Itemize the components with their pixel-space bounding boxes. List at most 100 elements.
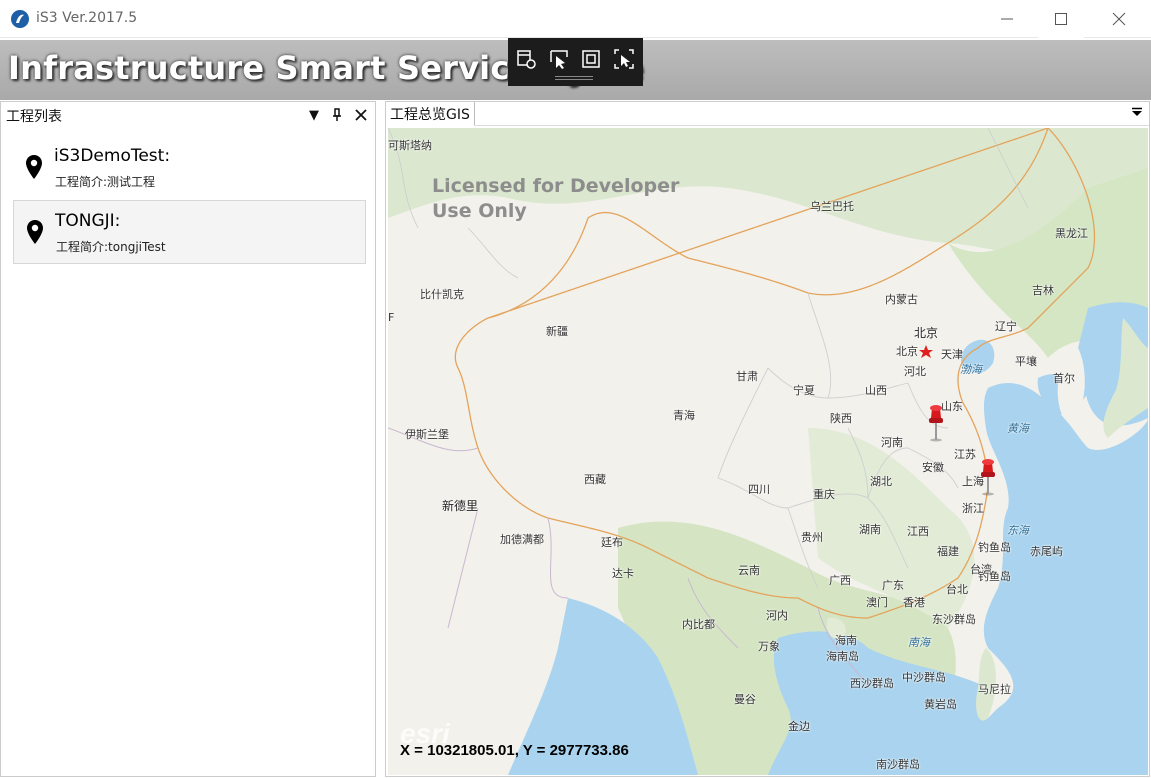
map-label: 辽宁 xyxy=(995,320,1017,333)
map-label: 平壤 xyxy=(1015,355,1037,368)
map-label: 黄海 xyxy=(1007,422,1029,435)
map-label: 内蒙古 xyxy=(885,293,918,306)
maximize-window-button[interactable] xyxy=(1038,0,1084,38)
map-label: 东海 xyxy=(1007,524,1029,537)
map-label: 陕西 xyxy=(830,412,852,425)
minimize-button-2[interactable] xyxy=(984,0,1030,38)
close-icon xyxy=(1112,12,1126,26)
map-label: 首尔 xyxy=(1053,372,1075,385)
location-pin-icon xyxy=(26,155,42,179)
title-bar[interactable]: iS3 Ver.2017.5 — xyxy=(0,0,1151,38)
map-label: 比什凯克 xyxy=(420,288,464,301)
location-pin-icon xyxy=(27,220,43,244)
map-label: 达卡 xyxy=(612,567,634,580)
map-label: 河内 xyxy=(766,609,788,622)
select-arrow-icon xyxy=(550,50,568,69)
map-label: 安徽 xyxy=(922,461,944,474)
project-description: 工程简介:tongjiTest xyxy=(56,240,166,254)
project-item-tongji[interactable]: TONGJI: 工程简介:tongjiTest xyxy=(13,200,366,264)
basemap xyxy=(388,128,1148,775)
project-list-panel: 工程列表 ▼ iS3DemoTest: 工程简介:测试工程 TONGJI: 工程… xyxy=(0,101,376,777)
map-label: 山西 xyxy=(865,384,887,397)
map-label: 渤海 xyxy=(960,363,982,376)
project-list-header: 工程列表 ▼ xyxy=(1,102,375,128)
map-label: 乌兰巴托 xyxy=(810,200,854,213)
project-item-is3demotest[interactable]: iS3DemoTest: 工程简介:测试工程 xyxy=(13,136,366,200)
license-line-2: Use Only xyxy=(432,200,527,222)
map-label: 钓鱼岛 xyxy=(978,570,1011,583)
coordinate-readout: X = 10321805.01, Y = 2977733.86 xyxy=(400,742,629,759)
maximize-icon xyxy=(1055,13,1067,25)
map-label: 海南岛 xyxy=(826,650,859,663)
panel-pin-icon[interactable] xyxy=(327,105,347,125)
map-label: 吉林 xyxy=(1032,284,1054,297)
table-gear-button[interactable] xyxy=(513,46,539,72)
map-label: 黄岩岛 xyxy=(924,698,957,711)
map-label: 北京 xyxy=(896,345,918,358)
map-label: 南沙群岛 xyxy=(876,758,920,771)
select-region-icon xyxy=(614,49,634,69)
table-gear-icon xyxy=(517,50,536,69)
map-label: 贵州 xyxy=(801,531,823,544)
select-region-button[interactable] xyxy=(611,46,637,72)
map-label: 万象 xyxy=(758,640,780,653)
map-label: 新德里 xyxy=(442,499,479,513)
tab-divider xyxy=(386,125,1149,126)
map-label: 新疆 xyxy=(546,325,568,338)
map-label: 江西 xyxy=(907,525,929,538)
map-label: 东沙群岛 xyxy=(932,613,976,626)
select-button[interactable] xyxy=(546,46,572,72)
map-label: 广西 xyxy=(829,574,851,587)
map-label: 青海 xyxy=(673,409,695,422)
tab-menu-dropdown-icon[interactable] xyxy=(1131,106,1143,120)
map-label: 西沙群岛 xyxy=(850,677,894,690)
map-label: 廷布 xyxy=(601,536,623,549)
gis-overview-panel: 工程总览GIS Licensed for Developer Use Only … xyxy=(385,101,1150,777)
project-location-marker[interactable] xyxy=(924,404,948,442)
map-label: 南海 xyxy=(908,636,930,649)
map-label: 台北 xyxy=(946,583,968,596)
license-line-1: Licensed for Developer xyxy=(432,175,680,197)
close-window-button[interactable] xyxy=(1096,0,1142,38)
map-label: 黑龙江 xyxy=(1055,227,1088,240)
map-label: 中沙群岛 xyxy=(902,671,946,684)
app-logo-icon xyxy=(11,10,29,28)
map-label: 天津 xyxy=(941,348,963,361)
map-label: F xyxy=(388,311,395,324)
window-title: iS3 Ver.2017.5 xyxy=(36,10,138,26)
map-label: 四川 xyxy=(748,483,770,496)
map-label: 西藏 xyxy=(584,473,606,486)
panel-close-icon[interactable] xyxy=(351,105,371,125)
project-description: 工程简介:测试工程 xyxy=(55,175,156,189)
map-label: 内比都 xyxy=(682,618,715,631)
map-label: 湖南 xyxy=(859,523,881,536)
project-name: TONGJI: xyxy=(55,211,121,231)
project-location-marker[interactable] xyxy=(976,458,1000,496)
project-name: iS3DemoTest: xyxy=(54,146,171,166)
project-list-title: 工程列表 xyxy=(6,109,62,125)
map-label: 福建 xyxy=(937,545,959,558)
zoom-extent-button[interactable] xyxy=(578,46,604,72)
map-label: 澳门 xyxy=(866,596,888,609)
map-label: 北京 xyxy=(914,326,939,340)
map-label: 河北 xyxy=(904,365,926,378)
map-label: 江苏 xyxy=(954,448,976,461)
tab-gis-overview[interactable]: 工程总览GIS xyxy=(386,102,475,126)
map-label: 重庆 xyxy=(813,488,835,501)
map-label: 云南 xyxy=(738,564,760,577)
minimize-line-icon xyxy=(1001,18,1013,20)
panel-dropdown-icon[interactable]: ▼ xyxy=(304,105,324,125)
gis-map-view[interactable]: Licensed for Developer Use Only 可斯塔纳 乌兰巴… xyxy=(388,128,1148,775)
map-label: 海南 xyxy=(835,634,857,647)
map-label: 甘肃 xyxy=(736,370,758,383)
floating-toolbar xyxy=(508,38,643,86)
map-label: 马尼拉 xyxy=(978,683,1011,696)
map-label: 河南 xyxy=(881,436,903,449)
map-label: 浙江 xyxy=(962,502,984,515)
map-label: 加德满都 xyxy=(500,533,544,546)
app-window: iS3 Ver.2017.5 — Infrastructure Smart Se… xyxy=(0,0,1151,778)
map-label: 宁夏 xyxy=(793,384,815,397)
map-label: 香港 xyxy=(903,596,925,609)
toolbar-drag-handle[interactable] xyxy=(555,76,593,80)
zoom-extent-icon xyxy=(582,50,600,68)
